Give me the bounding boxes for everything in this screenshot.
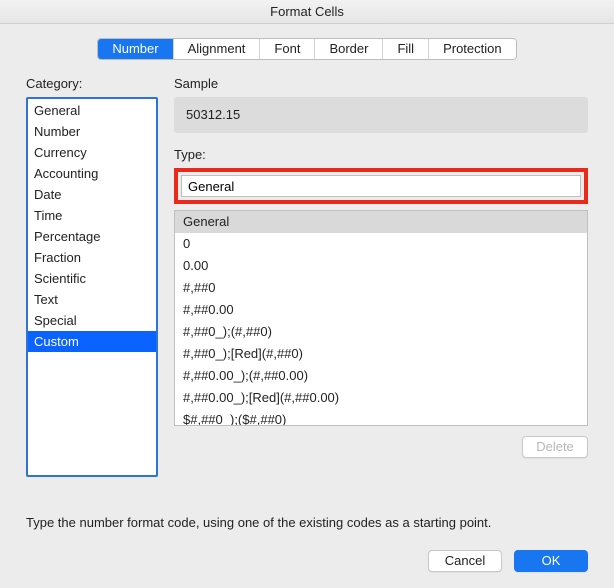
format-code-item[interactable]: #,##0 [175, 277, 587, 299]
dialog-body: NumberAlignmentFontBorderFillProtection … [0, 24, 614, 588]
sample-label: Sample [174, 76, 588, 91]
content-area: Category: GeneralNumberCurrencyAccountin… [26, 76, 588, 477]
type-highlight-annotation [174, 168, 588, 204]
format-code-item[interactable]: General [175, 211, 587, 233]
type-label: Type: [174, 147, 588, 162]
hint-text: Type the number format code, using one o… [26, 515, 491, 530]
category-item[interactable]: Number [28, 121, 156, 142]
tab-number[interactable]: Number [98, 39, 173, 59]
tab-font[interactable]: Font [260, 39, 315, 59]
category-item[interactable]: Currency [28, 142, 156, 163]
dialog-footer: Cancel OK [428, 550, 588, 572]
format-code-list[interactable]: General00.00#,##0#,##0.00#,##0_);(#,##0)… [174, 210, 588, 426]
format-code-item[interactable]: 0.00 [175, 255, 587, 277]
category-item[interactable]: Special [28, 310, 156, 331]
category-item[interactable]: Accounting [28, 163, 156, 184]
ok-button[interactable]: OK [514, 550, 588, 572]
category-item[interactable]: Time [28, 205, 156, 226]
category-label: Category: [26, 76, 162, 91]
category-item[interactable]: Scientific [28, 268, 156, 289]
format-code-item[interactable]: 0 [175, 233, 587, 255]
window-title: Format Cells [270, 4, 344, 19]
format-code-item[interactable]: #,##0.00 [175, 299, 587, 321]
format-code-item[interactable]: $#,##0_);($#,##0) [175, 409, 587, 426]
window-titlebar: Format Cells [0, 0, 614, 24]
category-item[interactable]: Percentage [28, 226, 156, 247]
tab-bar: NumberAlignmentFontBorderFillProtection [0, 24, 614, 72]
category-list[interactable]: GeneralNumberCurrencyAccountingDateTimeP… [26, 97, 158, 477]
tab-segmented-control: NumberAlignmentFontBorderFillProtection [97, 38, 516, 60]
tab-border[interactable]: Border [315, 39, 383, 59]
tab-alignment[interactable]: Alignment [174, 39, 261, 59]
category-item[interactable]: Text [28, 289, 156, 310]
format-code-item[interactable]: #,##0.00_);(#,##0.00) [175, 365, 587, 387]
format-code-item[interactable]: #,##0_);(#,##0) [175, 321, 587, 343]
type-input[interactable] [181, 175, 581, 197]
sample-value: 50312.15 [174, 97, 588, 133]
category-item[interactable]: Custom [28, 331, 156, 352]
cancel-button[interactable]: Cancel [428, 550, 502, 572]
category-item[interactable]: General [28, 100, 156, 121]
tab-protection[interactable]: Protection [429, 39, 516, 59]
delete-button: Delete [522, 436, 588, 458]
format-code-item[interactable]: #,##0_);[Red](#,##0) [175, 343, 587, 365]
category-item[interactable]: Date [28, 184, 156, 205]
format-code-item[interactable]: #,##0.00_);[Red](#,##0.00) [175, 387, 587, 409]
tab-fill[interactable]: Fill [383, 39, 429, 59]
category-item[interactable]: Fraction [28, 247, 156, 268]
